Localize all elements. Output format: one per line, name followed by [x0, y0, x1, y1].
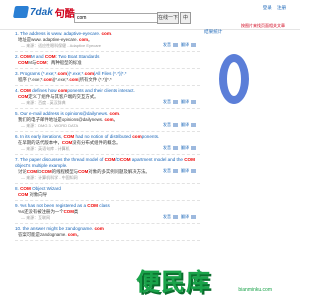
result-item: 2. COMM and COM: Two Boat Standards COMM与… — [15, 52, 200, 69]
result-actions: 发音 翻译 — [160, 145, 196, 151]
speaker-icon[interactable] — [191, 145, 196, 150]
banner-text: 便民库 — [136, 269, 211, 296]
keyword-highlight: com — [43, 77, 53, 82]
result-chinese: COMM与COM：两种船型的标准 — [18, 60, 82, 65]
search-input[interactable] — [74, 13, 158, 23]
result-item: 1. The address is www. adaptive-eyecare.… — [15, 29, 200, 52]
keyword-highlight: COM — [26, 169, 38, 174]
top-bar: 7dak 句酷 在线一下 中 登录 注册 — [0, 0, 300, 24]
banner-sub: bianminku.com — [238, 287, 272, 293]
result-action-link[interactable]: 发音 — [163, 122, 171, 127]
keyword-highlight: COM — [63, 134, 75, 139]
result-item: 4. COM defines how components and their … — [15, 86, 200, 109]
keyword-highlight: COM — [36, 60, 47, 65]
result-chinese: COM 对象向导 — [18, 192, 48, 197]
result-actions: 发音 翻译 — [160, 214, 196, 220]
speaker-icon[interactable] — [173, 214, 178, 219]
watermark-banner: 便民库 bianminku.com — [136, 262, 272, 296]
result-item: 7. The paper discusses the thread model … — [15, 155, 200, 184]
keyword-highlight: com — [104, 117, 114, 122]
speaker-icon[interactable] — [191, 99, 196, 104]
result-action-link[interactable]: 发音 — [163, 99, 171, 104]
result-action-link[interactable]: 翻译 — [181, 122, 189, 127]
top-links: 登录 注册 — [259, 5, 286, 11]
keyword-highlight: com — [79, 37, 89, 42]
logo-mark-icon — [12, 6, 30, 18]
result-item: 10. the answer might be zandogname. com 答… — [15, 224, 200, 241]
result-chinese: 答案可能是zandogname. com。 — [18, 232, 82, 237]
result-action-link[interactable]: 发音 — [163, 42, 171, 47]
logo-text: 7dak — [30, 6, 53, 18]
keyword-highlight: COM — [20, 88, 31, 93]
result-action-link[interactable]: 翻译 — [181, 168, 189, 173]
speaker-icon[interactable] — [173, 145, 178, 150]
result-actions: 发音 翻译 — [160, 42, 196, 48]
keyword-highlight: COM — [41, 169, 52, 174]
keyword-highlight: COM — [78, 169, 89, 174]
result-action-link[interactable]: 翻译 — [181, 145, 189, 150]
result-item: 5. Our e-mail address is opinions@dailyn… — [15, 109, 200, 132]
result-action-link[interactable]: 发音 — [163, 145, 171, 150]
keyword-highlight: com — [57, 88, 68, 93]
result-chinese: 程序 (*.exe;*.com)|*.exe;*.com|所有文件 (*.*)|… — [18, 77, 112, 82]
speaker-icon[interactable] — [173, 99, 178, 104]
result-action-link[interactable]: 翻译 — [181, 42, 189, 47]
result-action-link[interactable]: 翻译 — [181, 99, 189, 104]
result-item: 8. COM Object Wizard COM 对象向导 — [15, 184, 200, 201]
keyword-highlight: COM — [104, 157, 116, 162]
result-item: 9. %s has not been registered as a COM c… — [15, 201, 200, 224]
keyword-highlight: COM — [20, 54, 31, 59]
speaker-icon[interactable] — [191, 122, 196, 127]
result-actions: 发音 翻译 — [160, 168, 196, 174]
sidebar-title: 结果统计 — [204, 29, 223, 34]
speaker-icon[interactable] — [173, 168, 178, 173]
keyword-highlight: COM — [61, 140, 73, 145]
result-action-link[interactable]: 翻译 — [181, 214, 189, 219]
ring-chart — [219, 54, 249, 104]
speaker-icon[interactable] — [191, 42, 196, 47]
keyword-highlight: com — [101, 31, 111, 36]
result-action-link[interactable]: 发音 — [163, 214, 171, 219]
result-actions: 发音 翻译 — [160, 122, 196, 128]
keyword-highlight: COM — [18, 94, 29, 99]
register-link[interactable]: 注册 — [277, 5, 286, 10]
result-item: 3. Programs (*.exe;*.com)|*.exe;*.com|Al… — [15, 69, 200, 86]
keyword-highlight: COM — [18, 192, 29, 197]
keyword-highlight: com — [57, 71, 68, 76]
keyword-highlight: COM — [18, 60, 29, 65]
keyword-highlight: com — [94, 226, 104, 231]
keyword-highlight: COM — [63, 209, 74, 214]
keyword-highlight: COM — [87, 203, 98, 208]
result-action-link[interactable]: 发音 — [163, 168, 171, 173]
keyword-highlight: com — [109, 111, 119, 116]
keyword-highlight: com — [132, 134, 142, 139]
keyword-highlight: com — [84, 71, 95, 76]
keyword-highlight: COM — [44, 54, 56, 59]
result-item: 6. In its early iterations, COM had no n… — [15, 132, 200, 155]
result-source: — 来源：计算机科学 - 中国知网 — [21, 175, 78, 180]
sidebar: 结果统计 — [204, 29, 284, 119]
speaker-icon[interactable] — [173, 122, 178, 127]
site-logo[interactable]: 7dak 句酷 — [12, 5, 75, 20]
login-link[interactable]: 登录 — [263, 5, 272, 10]
results-list: 1. The address is www. adaptive-eyecare.… — [15, 29, 200, 241]
keyword-highlight: com — [69, 77, 79, 82]
logo-cn-text: 句酷 — [54, 8, 75, 20]
speaker-icon[interactable] — [191, 168, 196, 173]
keyword-highlight: com — [67, 232, 77, 237]
speaker-icon[interactable] — [191, 214, 196, 219]
result-actions: 发音 翻译 — [160, 99, 196, 105]
keyword-highlight: COM — [184, 157, 195, 162]
keyword-highlight: COM — [119, 157, 131, 162]
keyword-highlight: COM — [20, 186, 31, 191]
speaker-icon[interactable] — [173, 42, 178, 47]
